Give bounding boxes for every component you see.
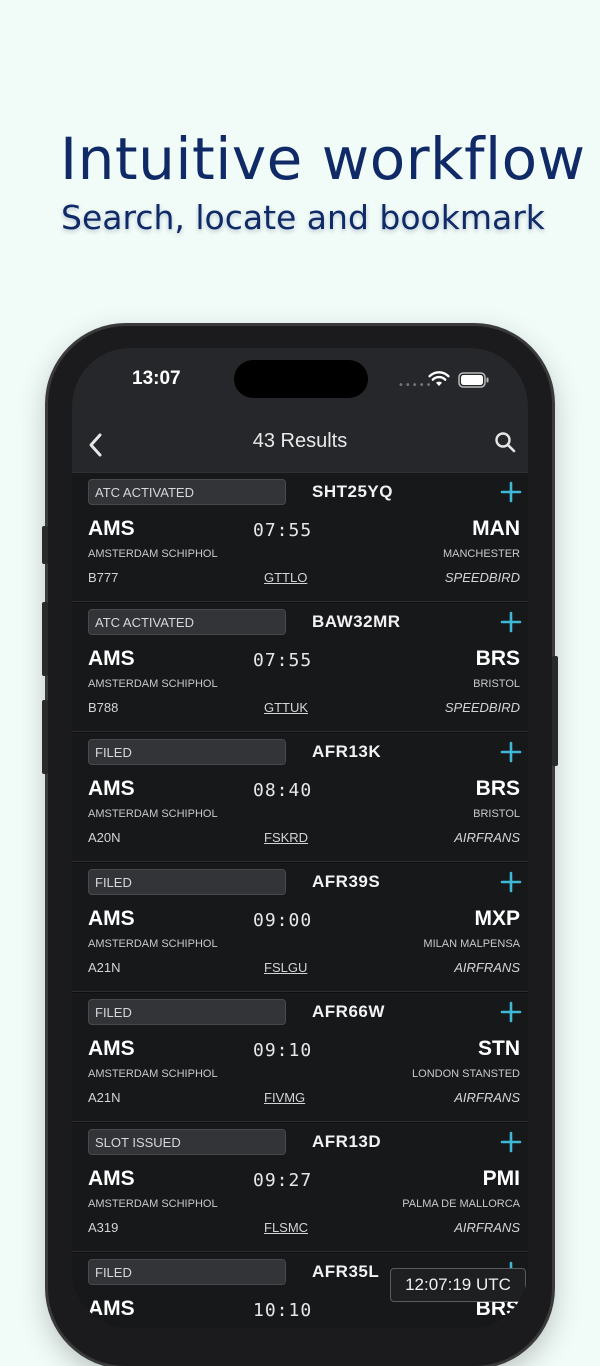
origin-name: AMSTERDAM SCHIPHOL (88, 1068, 218, 1080)
destination-code: STN (478, 1037, 520, 1060)
status-bar: 13:07 ••••• (72, 348, 528, 418)
origin-code: AMS (88, 517, 135, 540)
registration-link[interactable]: FIVMG (264, 1090, 305, 1105)
airline-callsign: AIRFRANS (454, 1090, 520, 1105)
utc-clock: 12:07:19 UTC (390, 1268, 526, 1302)
registration-link[interactable]: GTTLO (264, 570, 307, 585)
status-badge: FILED (88, 869, 286, 895)
volume-down-button (42, 700, 48, 774)
registration-link[interactable]: FSKRD (264, 830, 308, 845)
airline-callsign: AIRFRANS (454, 830, 520, 845)
aircraft-type: A20N (88, 830, 121, 845)
destination-name: BRISTOL (473, 678, 520, 690)
flight-card[interactable]: FILED AFR66W AMS 09:10 STN AMSTERDAM SCH… (72, 993, 528, 1122)
departure-time: 10:10 (253, 1300, 313, 1321)
status-badge: SLOT ISSUED (88, 1129, 286, 1155)
volume-up-button (42, 602, 48, 676)
callsign: AFR13K (312, 742, 382, 761)
dynamic-island (234, 360, 368, 398)
callsign: BAW32MR (312, 612, 401, 631)
power-button (552, 656, 558, 766)
callsign: AFR35L (312, 1262, 380, 1281)
callsign: SHT25YQ (312, 482, 393, 501)
destination-code: BRS (475, 647, 520, 670)
destination-name: BRISTOL (473, 808, 520, 820)
destination-name: LONDON STANSTED (412, 1068, 520, 1080)
search-icon[interactable] (494, 431, 516, 453)
flight-card[interactable]: FILED AFR39S AMS 09:00 MXP AMSTERDAM SCH… (72, 863, 528, 992)
aircraft-type: B788 (88, 700, 119, 715)
destination-name: MANCHESTER (442, 548, 520, 560)
departure-time: 09:00 (253, 910, 313, 931)
departure-time: 07:55 (253, 520, 313, 541)
destination-name: PALMA DE MALLORCA (402, 1198, 520, 1210)
origin-name: AMSTERDAM SCHIPHOL (88, 678, 218, 690)
origin-code: AMS (88, 777, 135, 800)
registration-link[interactable]: FLSMC (264, 1220, 308, 1235)
airline-callsign: AIRFRANS (454, 960, 520, 975)
departure-time: 09:27 (253, 1170, 313, 1191)
registration-link[interactable]: FSLGU (264, 960, 307, 975)
departure-time: 08:40 (253, 780, 313, 801)
results-list: ATC ACTIVATED SHT25YQ AMS 07:55 MAN AMST… (72, 472, 528, 1328)
add-bookmark-icon[interactable] (500, 1131, 522, 1153)
wifi-icon (428, 371, 450, 386)
destination-code: MAN (472, 517, 520, 540)
origin-code: AMS (88, 907, 135, 930)
origin-name: AMSTERDAM SCHIPHOL (88, 1198, 218, 1210)
flight-card[interactable]: SLOT ISSUED AFR13D AMS 09:27 PMI AMSTERD… (72, 1123, 528, 1252)
add-bookmark-icon[interactable] (500, 871, 522, 893)
destination-code: PMI (482, 1167, 520, 1190)
side-button (42, 526, 48, 564)
navigation-bar: 43 Results (72, 418, 528, 473)
battery-icon (458, 372, 489, 388)
airline-callsign: AIRFRANS (454, 1220, 520, 1235)
departure-time: 07:55 (253, 650, 313, 671)
add-bookmark-icon[interactable] (500, 611, 522, 633)
origin-name: AMSTERDAM SCHIPHOL (88, 938, 218, 950)
aircraft-type: B777 (88, 570, 119, 585)
add-bookmark-icon[interactable] (500, 481, 522, 503)
hero-subtitle: Search, locate and bookmark (61, 198, 545, 237)
flight-card[interactable]: ATC ACTIVATED BAW32MR AMS 07:55 BRS AMST… (72, 603, 528, 732)
status-badge: ATC ACTIVATED (88, 479, 286, 505)
origin-name: AMSTERDAM SCHIPHOL (88, 548, 218, 560)
departure-time: 09:10 (253, 1040, 313, 1061)
origin-code: AMS (88, 1167, 135, 1190)
hero-title: Intuitive workflow (60, 125, 586, 193)
airline-callsign: SPEEDBIRD (444, 700, 520, 715)
callsign: AFR13D (312, 1132, 382, 1151)
status-badge: FILED (88, 1259, 286, 1285)
flight-card[interactable]: FILED AFR13K AMS 08:40 BRS AMSTERDAM SCH… (72, 733, 528, 862)
status-badge: FILED (88, 999, 286, 1025)
aircraft-type: A21N (88, 1090, 121, 1105)
page-title: 43 Results (252, 430, 348, 452)
airline-callsign: SPEEDBIRD (444, 570, 520, 585)
aircraft-type: A21N (88, 960, 121, 975)
flight-card[interactable]: ATC ACTIVATED SHT25YQ AMS 07:55 MAN AMST… (72, 473, 528, 602)
status-badge: ATC ACTIVATED (88, 609, 286, 635)
status-badge: FILED (88, 739, 286, 765)
destination-code: MXP (474, 907, 520, 930)
status-time: 13:07 (132, 368, 181, 389)
destination-code: BRS (475, 777, 520, 800)
origin-code: AMS (88, 1037, 135, 1060)
destination-name: MILAN MALPENSA (423, 938, 520, 950)
registration-link[interactable]: GTTUK (264, 700, 308, 715)
callsign: AFR39S (312, 872, 381, 891)
add-bookmark-icon[interactable] (500, 741, 522, 763)
add-bookmark-icon[interactable] (500, 1001, 522, 1023)
origin-code: AMS (88, 647, 135, 670)
phone-screen: 13:07 ••••• 43 Results ATC ACTIVATED SHT… (72, 348, 528, 1328)
origin-code: AMS (88, 1297, 135, 1320)
callsign: AFR66W (312, 1002, 385, 1021)
origin-name: AMSTERDAM SCHIPHOL (88, 808, 218, 820)
aircraft-type: A319 (88, 1220, 119, 1235)
